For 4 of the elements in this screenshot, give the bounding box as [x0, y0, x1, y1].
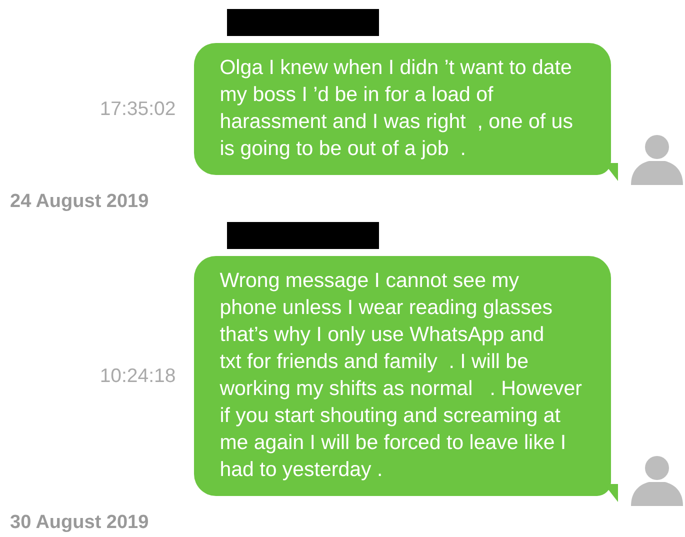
message-time: 10:24:18	[100, 364, 176, 388]
date-heading: 24 August 2019	[10, 191, 150, 213]
message-time: 17:35:02	[100, 98, 176, 120]
date-heading: 30 August 2019	[10, 512, 150, 534]
